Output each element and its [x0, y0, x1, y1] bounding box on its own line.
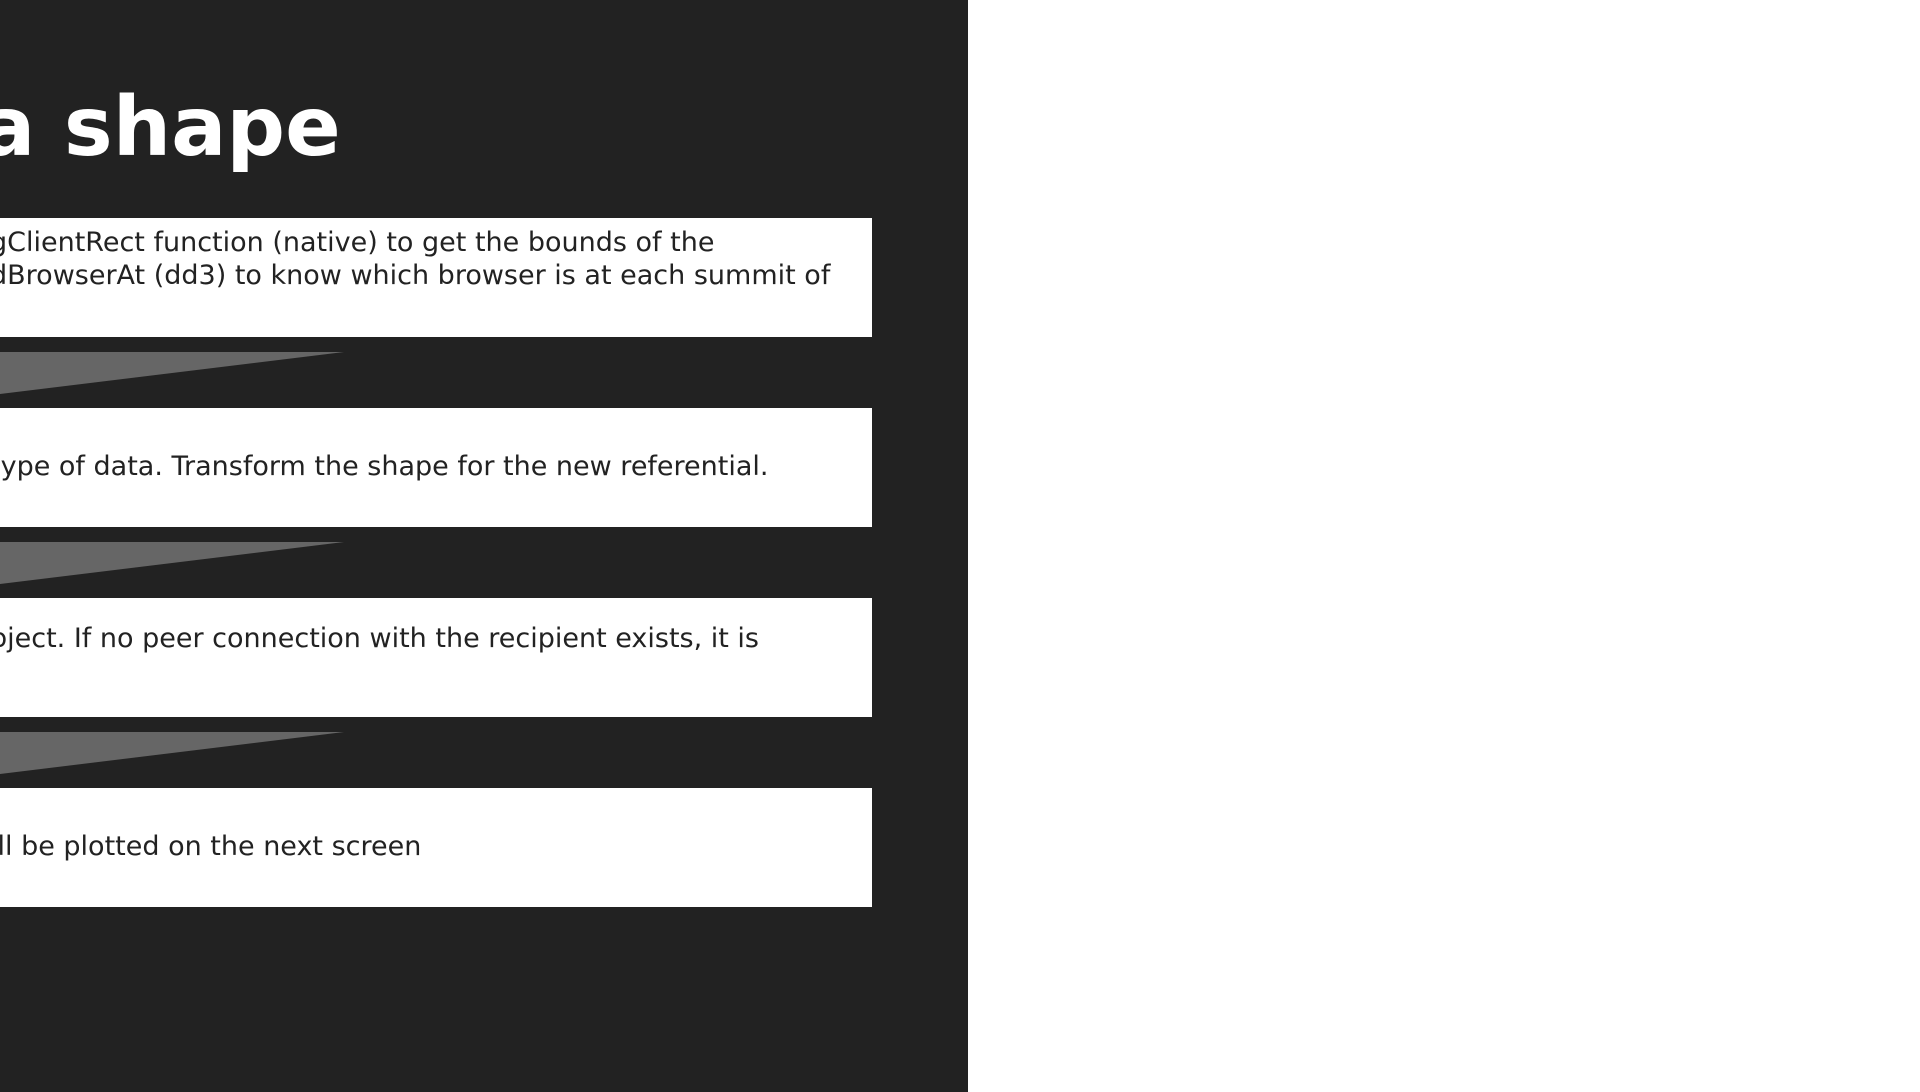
slide-panel: a shape gClientRect function (native) to… [0, 0, 968, 1092]
down-arrow-shape [0, 542, 344, 584]
step-3-text: bject. If no peer connection with the re… [0, 622, 759, 655]
step-box-1: gClientRect function (native) to get the… [0, 218, 872, 337]
step-1-text: gClientRect function (native) to get the… [0, 226, 830, 292]
down-arrow-shape [0, 352, 344, 394]
step-2-text: type of data. Transform the shape for th… [0, 450, 769, 483]
step-box-4: ill be plotted on the next screen [0, 788, 872, 907]
step-1-line-1: gClientRect function (native) to get the… [0, 227, 715, 258]
slide-title: a shape [0, 80, 341, 175]
step-4-text: ill be plotted on the next screen [0, 830, 421, 863]
step-4-line-1: ill be plotted on the next screen [0, 831, 422, 862]
step-box-3: bject. If no peer connection with the re… [0, 598, 872, 717]
step-box-2: type of data. Transform the shape for th… [0, 408, 872, 527]
step-1-line-2: dBrowserAt (dd3) to know which browser i… [0, 260, 831, 291]
step-2-line-1: type of data. Transform the shape for th… [0, 451, 769, 482]
down-arrow-shape [0, 732, 344, 774]
step-3-line-1: bject. If no peer connection with the re… [0, 623, 759, 654]
